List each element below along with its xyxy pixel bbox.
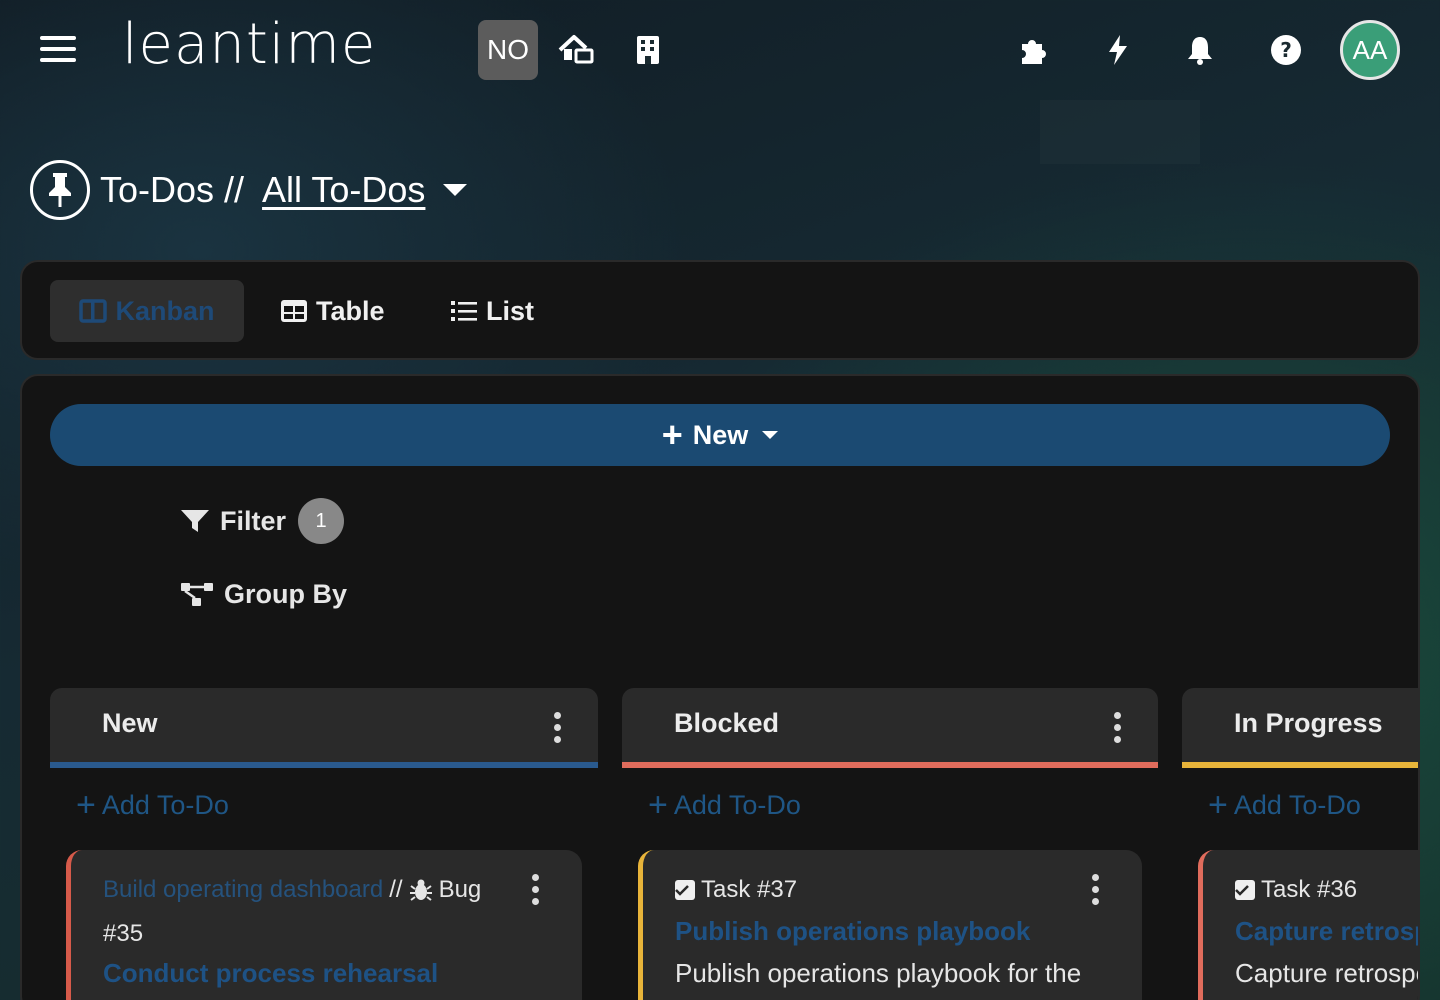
table-icon <box>281 300 307 322</box>
home-icon[interactable] <box>556 30 596 70</box>
kanban-column-blocked: Blocked + Add To-Do Task #37 Publish ope… <box>622 688 1158 1000</box>
kanban-icon <box>79 299 108 323</box>
leantime-logo[interactable]: leantime <box>122 12 376 78</box>
card-menu-icon[interactable] <box>530 874 540 908</box>
column-header: In Progress <box>1182 688 1418 768</box>
card-description: Publish operations playbook for the <box>675 958 1082 988</box>
kanban-column-new: New + Add To-Do Build operating dashboar… <box>50 688 598 1000</box>
tab-table[interactable]: Table <box>280 280 385 342</box>
page-title: To-Dos // All To-Dos <box>30 160 468 220</box>
todo-card[interactable]: Task #37 Publish operations playbook Pub… <box>638 850 1142 1000</box>
card-project-link[interactable]: Build operating dashboard <box>103 876 383 904</box>
group-by-button[interactable]: Group By <box>180 576 347 612</box>
card-title[interactable]: Conduct process rehearsal <box>103 958 438 989</box>
plus-icon: + <box>76 786 96 824</box>
card-meta: Task #36 <box>1235 876 1357 904</box>
kanban-board: + New Filter 1 Group By New + Add To-Do … <box>20 374 1420 1000</box>
diagram-icon <box>181 583 213 606</box>
notifications-bell-icon[interactable] <box>1180 30 1220 70</box>
column-header: Blocked <box>622 688 1158 768</box>
puzzle-plugins-icon[interactable] <box>1012 30 1052 70</box>
group-by-label: Group By <box>224 578 348 609</box>
checkbox-icon <box>675 880 695 900</box>
add-todo-button[interactable]: + Add To-Do <box>1208 788 1361 822</box>
plus-icon: + <box>1208 786 1228 824</box>
card-type: Task #37 <box>701 876 798 903</box>
background-shape <box>1040 100 1200 164</box>
column-menu-icon[interactable] <box>1112 712 1122 746</box>
new-item-label: New <box>692 419 749 450</box>
column-header: New <box>50 688 598 768</box>
add-todo-button[interactable]: + Add To-Do <box>76 788 229 822</box>
add-todo-label: Add To-Do <box>101 789 229 820</box>
card-description: Capture retrospective <box>1235 958 1418 988</box>
column-title: New <box>102 708 158 738</box>
new-item-button[interactable]: + New <box>50 404 1390 466</box>
user-avatar[interactable]: AA <box>1340 20 1400 80</box>
svg-text:?: ? <box>1280 38 1292 62</box>
checkbox-icon <box>1235 880 1255 900</box>
todo-card[interactable]: Build operating dashboard // Bug #35 Con… <box>66 850 582 1000</box>
company-building-icon[interactable] <box>628 30 668 70</box>
kanban-column-in-progress: In Progress + Add To-Do Task #36 Capture… <box>1182 688 1418 1000</box>
project-selector-badge[interactable]: NO <box>478 20 538 80</box>
view-switcher-bar: Kanban Table List <box>20 260 1420 360</box>
funnel-icon <box>181 510 209 532</box>
list-icon <box>451 301 477 321</box>
column-menu-icon[interactable] <box>552 712 562 746</box>
card-type: Task #36 <box>1261 876 1358 903</box>
card-meta-separator: // <box>389 876 403 903</box>
top-header: leantime NO ? AA <box>0 0 1440 100</box>
filter-button[interactable]: Filter 1 <box>180 498 345 544</box>
filter-count-badge: 1 <box>298 498 345 544</box>
column-title: In Progress <box>1234 708 1383 738</box>
column-title: Blocked <box>674 708 780 738</box>
card-id: #35 <box>103 920 144 947</box>
lightning-icon[interactable] <box>1098 30 1138 70</box>
plus-icon: + <box>648 786 668 824</box>
add-todo-button[interactable]: + Add To-Do <box>648 788 801 822</box>
card-title[interactable]: Capture retrospective <box>1235 916 1418 947</box>
tab-table-label: Table <box>316 295 385 326</box>
plus-icon: + <box>661 414 683 455</box>
tab-list[interactable]: List <box>450 280 534 342</box>
card-meta: Build operating dashboard // Bug <box>103 876 481 904</box>
add-todo-label: Add To-Do <box>673 789 801 820</box>
chevron-down-icon <box>762 431 779 439</box>
section-title: To-Dos // <box>100 169 245 210</box>
help-question-icon[interactable]: ? <box>1266 30 1306 70</box>
card-meta: Task #37 <box>675 876 797 904</box>
add-todo-label: Add To-Do <box>1233 789 1361 820</box>
tab-kanban-label: Kanban <box>115 295 215 326</box>
card-type: Bug <box>438 876 482 903</box>
card-title[interactable]: Publish operations playbook <box>675 916 1030 947</box>
card-menu-icon[interactable] <box>1090 874 1100 908</box>
todo-card[interactable]: Task #36 Capture retrospective Capture r… <box>1198 850 1418 1000</box>
bug-icon <box>409 879 432 901</box>
tab-list-label: List <box>486 295 535 326</box>
filter-label: Filter <box>220 505 287 536</box>
view-selector-link[interactable]: All To-Dos <box>262 169 425 211</box>
pushpin-icon <box>30 160 90 220</box>
menu-toggle-icon[interactable] <box>40 36 76 66</box>
view-selector-caret-icon[interactable] <box>443 184 468 196</box>
tab-kanban[interactable]: Kanban <box>50 280 244 342</box>
